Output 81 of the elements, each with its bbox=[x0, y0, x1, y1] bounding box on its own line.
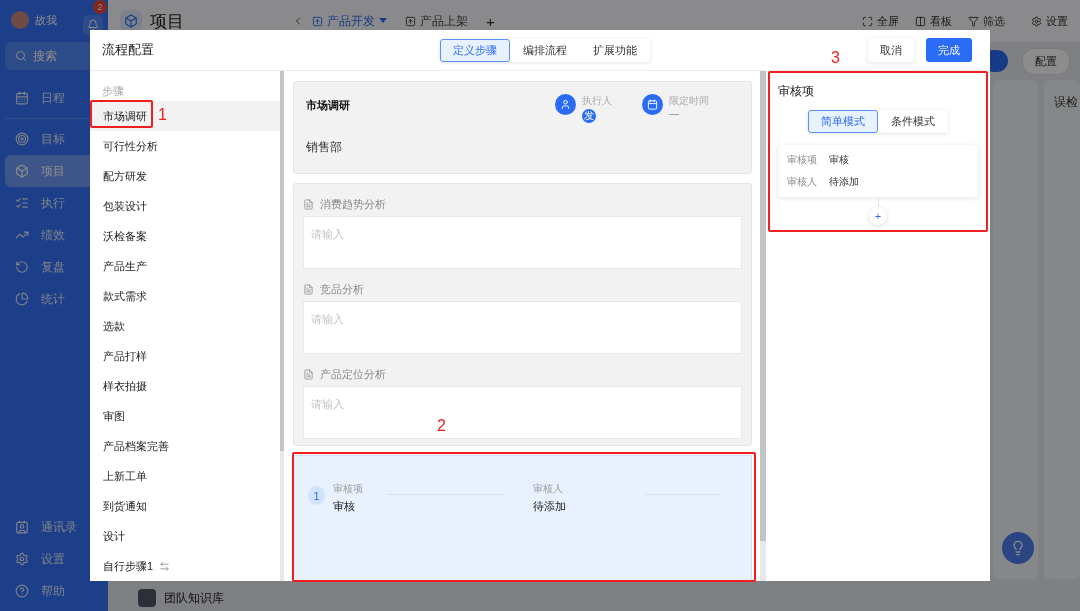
step-item[interactable]: 产品打样 bbox=[90, 341, 280, 371]
step-item[interactable]: 审图 bbox=[90, 401, 280, 431]
add-tab-button[interactable]: + bbox=[486, 12, 495, 30]
annotation-number: 2 bbox=[437, 417, 446, 435]
done-button[interactable]: 完成 bbox=[926, 38, 972, 62]
list-heading: 步骤 bbox=[101, 84, 125, 99]
mode-tab[interactable]: 条件模式 bbox=[878, 110, 948, 133]
project-tab[interactable]: 产品上架 bbox=[405, 12, 468, 30]
toolbar-button[interactable]: 全屏 bbox=[862, 13, 899, 29]
toolbar-button[interactable]: 筛选 bbox=[968, 13, 1005, 29]
notification-badge: 2 bbox=[93, 0, 107, 14]
settings-icon bbox=[1031, 15, 1042, 27]
mode-tab[interactable]: 简单模式 bbox=[808, 110, 878, 133]
checklist-icon bbox=[15, 196, 29, 210]
step-title: 市场调研 bbox=[306, 98, 351, 113]
project-tab[interactable]: 产品开发 bbox=[312, 12, 387, 30]
deadline-value: — bbox=[669, 109, 680, 119]
target-icon bbox=[15, 132, 29, 146]
document-icon bbox=[303, 368, 314, 380]
row-value: 待添加 bbox=[829, 175, 859, 189]
step-item[interactable]: 上新工单 bbox=[90, 461, 280, 491]
dialog-tab[interactable]: 定义步骤 bbox=[440, 39, 510, 62]
document-icon bbox=[303, 283, 314, 295]
logo-icon bbox=[120, 10, 142, 32]
fullscreen-icon bbox=[862, 15, 873, 27]
dialog-tab[interactable]: 扩展功能 bbox=[580, 39, 650, 62]
upload-icon bbox=[405, 15, 416, 27]
review-item-label: 审核项 bbox=[333, 482, 364, 496]
knowledge-base-icon bbox=[138, 589, 156, 607]
knowledge-base-label: 团队知识库 bbox=[164, 589, 224, 607]
scrollbar[interactable] bbox=[280, 71, 284, 581]
caret-icon bbox=[379, 18, 387, 24]
cancel-button[interactable]: 取消 bbox=[868, 38, 914, 62]
field-label: 竞品分析 bbox=[320, 281, 364, 297]
step-item[interactable]: 产品档案完善 bbox=[90, 431, 280, 461]
row-label: 审核项 bbox=[787, 153, 817, 167]
config-button[interactable]: 配置 bbox=[1022, 47, 1070, 75]
swap-icon bbox=[159, 560, 171, 572]
assignee-label: 执行人 bbox=[582, 94, 612, 108]
cube-icon bbox=[15, 164, 29, 178]
user-icon bbox=[555, 94, 576, 115]
annotation-number: 1 bbox=[158, 106, 167, 124]
settings-icon bbox=[15, 552, 29, 566]
dialog-tab[interactable]: 编排流程 bbox=[510, 39, 580, 62]
step-number: 1 bbox=[308, 486, 326, 505]
user-name: 故我 bbox=[35, 12, 58, 28]
page-title: 项目 bbox=[150, 10, 184, 33]
pie-chart-icon bbox=[15, 292, 29, 306]
panel-title: 审核项 bbox=[778, 83, 815, 100]
reviewer-value: 待添加 bbox=[533, 499, 566, 514]
calendar-icon bbox=[642, 94, 663, 115]
toolbar-button[interactable]: 设置 bbox=[1031, 13, 1068, 29]
filter-icon bbox=[968, 15, 979, 27]
row-value: 审核 bbox=[829, 153, 849, 167]
help-icon bbox=[15, 584, 29, 598]
annotation-box bbox=[90, 100, 153, 128]
avatar[interactable] bbox=[11, 11, 29, 29]
row-label: 审核人 bbox=[787, 175, 817, 189]
column-title: 误检 bbox=[1054, 95, 1078, 109]
department-name: 销售部 bbox=[306, 139, 343, 156]
reviewer-label: 审核人 bbox=[533, 482, 564, 496]
contact-icon bbox=[15, 520, 29, 534]
search-icon bbox=[15, 50, 27, 62]
refresh-icon bbox=[15, 260, 29, 274]
document-icon bbox=[303, 198, 314, 210]
field-label: 产品定位分析 bbox=[320, 366, 386, 382]
assignee-avatar: 发 bbox=[582, 109, 596, 123]
field-label: 消费趋势分析 bbox=[320, 196, 386, 212]
review-item-value: 审核 bbox=[333, 499, 357, 514]
calendar-icon bbox=[15, 91, 29, 105]
scrollbar[interactable] bbox=[760, 71, 766, 581]
lightbulb-icon bbox=[1010, 540, 1026, 556]
upload-icon bbox=[312, 15, 323, 27]
add-button[interactable]: + bbox=[869, 207, 887, 225]
board-icon bbox=[915, 15, 926, 27]
dialog-title: 流程配置 bbox=[102, 41, 154, 59]
toolbar-button[interactable]: 看板 bbox=[915, 13, 952, 29]
step-item[interactable]: 样衣拍摄 bbox=[90, 371, 280, 401]
annotation-number: 3 bbox=[831, 49, 840, 67]
deadline-label: 限定时间 bbox=[669, 94, 709, 108]
search-placeholder: 搜索 bbox=[33, 47, 57, 65]
